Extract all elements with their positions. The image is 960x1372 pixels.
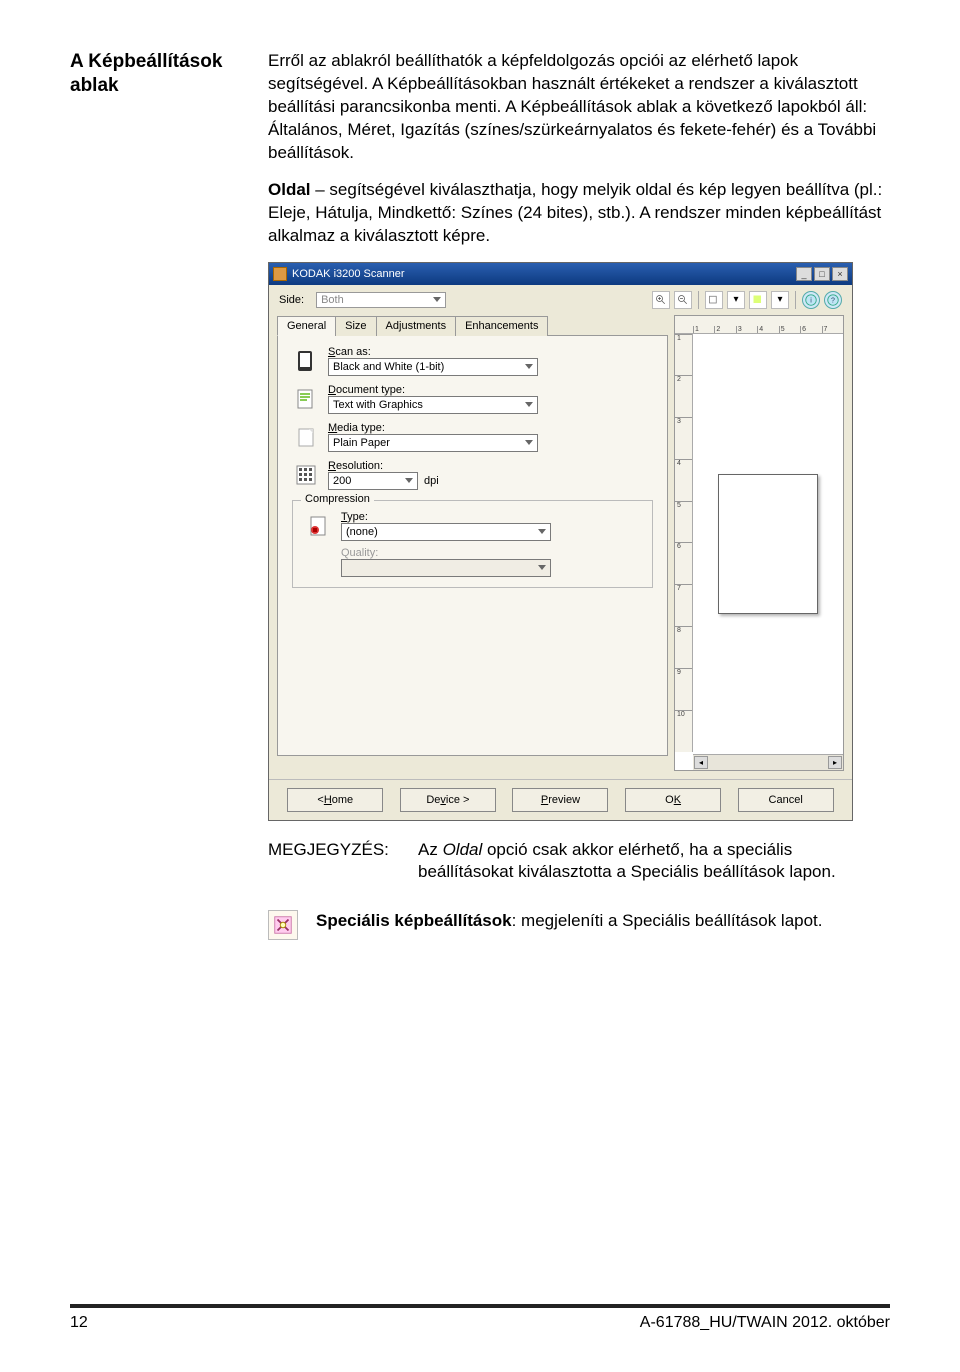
tab-content: Scan as: Black and White (1-bit) Documen… xyxy=(277,336,668,756)
vertical-ruler: 12345678910 xyxy=(675,334,693,752)
tab-strip: General Size Adjustments Enhancements xyxy=(277,315,668,336)
top-toolbar: Side: Both xyxy=(269,285,852,315)
tool2-icon[interactable]: ▾ xyxy=(727,291,745,309)
compression-icon xyxy=(305,512,333,540)
side-label: Side: xyxy=(279,294,304,306)
intro-paragraph: Erről az ablakról beállíthatók a képfeld… xyxy=(268,50,890,165)
ok-button[interactable]: OK xyxy=(625,788,721,812)
horizontal-scrollbar[interactable]: ◂ ▸ xyxy=(693,754,843,770)
chevron-down-icon xyxy=(525,364,533,369)
oldal-rest: – segítségével kiválaszthatja, hogy mely… xyxy=(268,180,882,245)
scroll-right-button[interactable]: ▸ xyxy=(828,756,842,769)
chevron-down-icon xyxy=(538,529,546,534)
preview-canvas xyxy=(693,334,843,754)
media-icon xyxy=(292,423,320,451)
advanced-settings-icon xyxy=(268,910,298,940)
tool3-icon[interactable] xyxy=(749,291,767,309)
compression-type-dropdown[interactable]: (none) xyxy=(341,523,551,541)
advanced-text: Speciális képbeállítások: megjeleníti a … xyxy=(316,910,823,933)
help-icon[interactable]: ? xyxy=(824,291,842,309)
close-button[interactable]: × xyxy=(832,267,848,281)
dpi-label: dpi xyxy=(424,475,439,487)
svg-text:?: ? xyxy=(831,297,835,304)
scan-as-dropdown[interactable]: Black and White (1-bit) xyxy=(328,358,538,376)
tab-general[interactable]: General xyxy=(277,316,336,336)
doctype-icon xyxy=(292,385,320,413)
side-dropdown[interactable]: Both xyxy=(316,292,446,308)
device-button[interactable]: Device > xyxy=(400,788,496,812)
scroll-left-button[interactable]: ◂ xyxy=(694,756,708,769)
titlebar: KODAK i3200 Scanner _ □ × xyxy=(269,263,852,285)
cancel-button[interactable]: Cancel xyxy=(738,788,834,812)
tool1-icon[interactable] xyxy=(705,291,723,309)
chevron-down-icon xyxy=(525,440,533,445)
note-row: MEGJEGYZÉS: Az Oldal opció csak akkor el… xyxy=(268,839,890,885)
tool4-icon[interactable]: ▾ xyxy=(771,291,789,309)
page-footer: 12 A-61788_HU/TWAIN 2012. október xyxy=(70,1304,890,1332)
quality-dropdown xyxy=(341,559,551,577)
scan-as-icon xyxy=(292,347,320,375)
resolution-icon xyxy=(292,461,320,489)
info-icon[interactable]: i xyxy=(802,291,820,309)
doc-id: A-61788_HU/TWAIN 2012. október xyxy=(640,1314,890,1332)
advanced-row: Speciális képbeállítások: megjeleníti a … xyxy=(268,910,890,940)
compression-group: Compression Type: (none) xyxy=(292,500,653,588)
page-number: 12 xyxy=(70,1314,88,1332)
doctype-dropdown[interactable]: Text with Graphics xyxy=(328,396,538,414)
tab-adjustments[interactable]: Adjustments xyxy=(376,316,457,336)
media-dropdown[interactable]: Plain Paper xyxy=(328,434,538,452)
home-button[interactable]: < Home xyxy=(287,788,383,812)
quality-label: Quality: xyxy=(341,547,640,559)
preview-button[interactable]: Preview xyxy=(512,788,608,812)
oldal-bold: Oldal xyxy=(268,180,311,199)
minimize-button[interactable]: _ xyxy=(796,267,812,281)
tab-size[interactable]: Size xyxy=(335,316,376,336)
blank-page-preview xyxy=(718,474,818,614)
section-title: A Képbeállítások ablak xyxy=(70,50,230,940)
window-title: KODAK i3200 Scanner xyxy=(292,268,794,280)
oldal-paragraph: Oldal – segítségével kiválaszthatja, hog… xyxy=(268,179,890,248)
maximize-button[interactable]: □ xyxy=(814,267,830,281)
app-icon xyxy=(273,267,287,281)
tab-enhancements[interactable]: Enhancements xyxy=(455,316,548,336)
note-label: MEGJEGYZÉS: xyxy=(268,839,418,885)
zoom-out-icon[interactable] xyxy=(674,291,692,309)
horizontal-ruler: 1234567 xyxy=(675,316,843,334)
note-body: Az Oldal opció csak akkor elérhető, ha a… xyxy=(418,839,890,885)
preview-pane: 1234567 12345678910 ◂ ▸ xyxy=(674,315,844,771)
chevron-down-icon xyxy=(405,478,413,483)
scanner-dialog: KODAK i3200 Scanner _ □ × Side: Both xyxy=(268,262,853,821)
chevron-down-icon xyxy=(525,402,533,407)
chevron-down-icon xyxy=(538,565,546,570)
chevron-down-icon xyxy=(433,297,441,302)
dialog-button-row: < Home Device > Preview OK Cancel xyxy=(269,779,852,820)
zoom-in-icon[interactable] xyxy=(652,291,670,309)
resolution-dropdown[interactable]: 200 xyxy=(328,472,418,490)
